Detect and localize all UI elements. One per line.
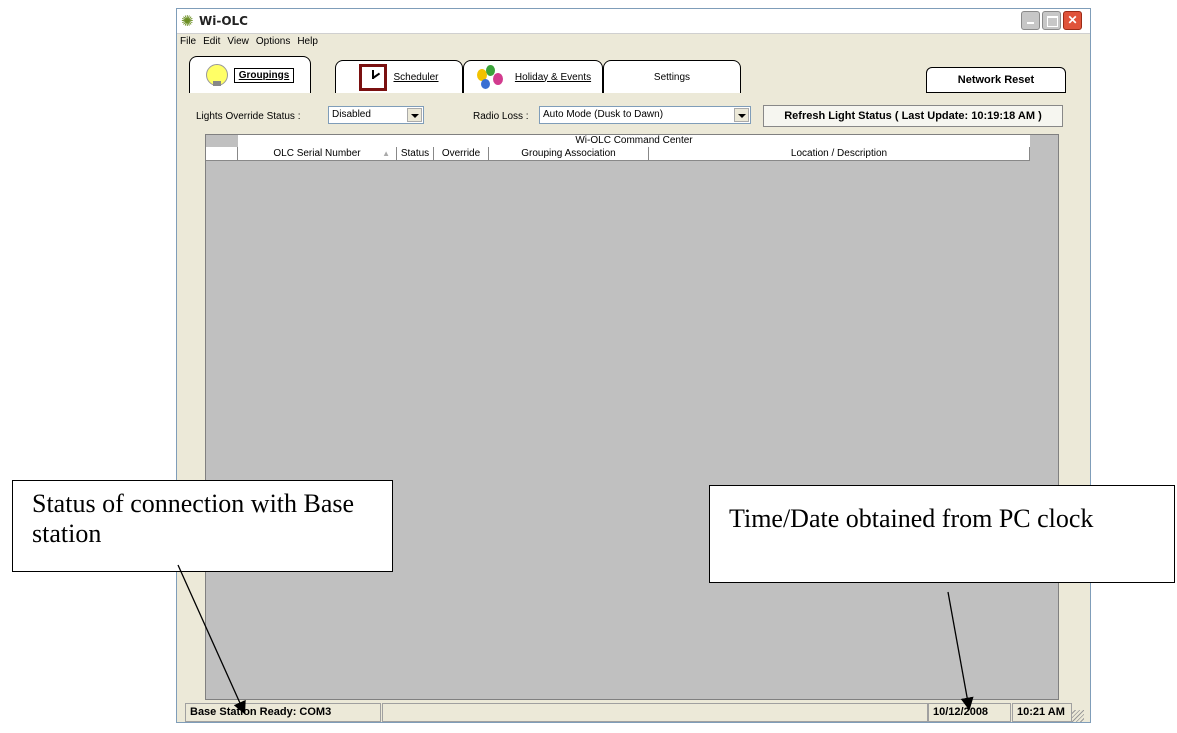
annotation-arrows bbox=[177, 564, 974, 715]
arrow-to-connection-status bbox=[177, 564, 246, 715]
arrow-to-date-time bbox=[947, 591, 974, 711]
